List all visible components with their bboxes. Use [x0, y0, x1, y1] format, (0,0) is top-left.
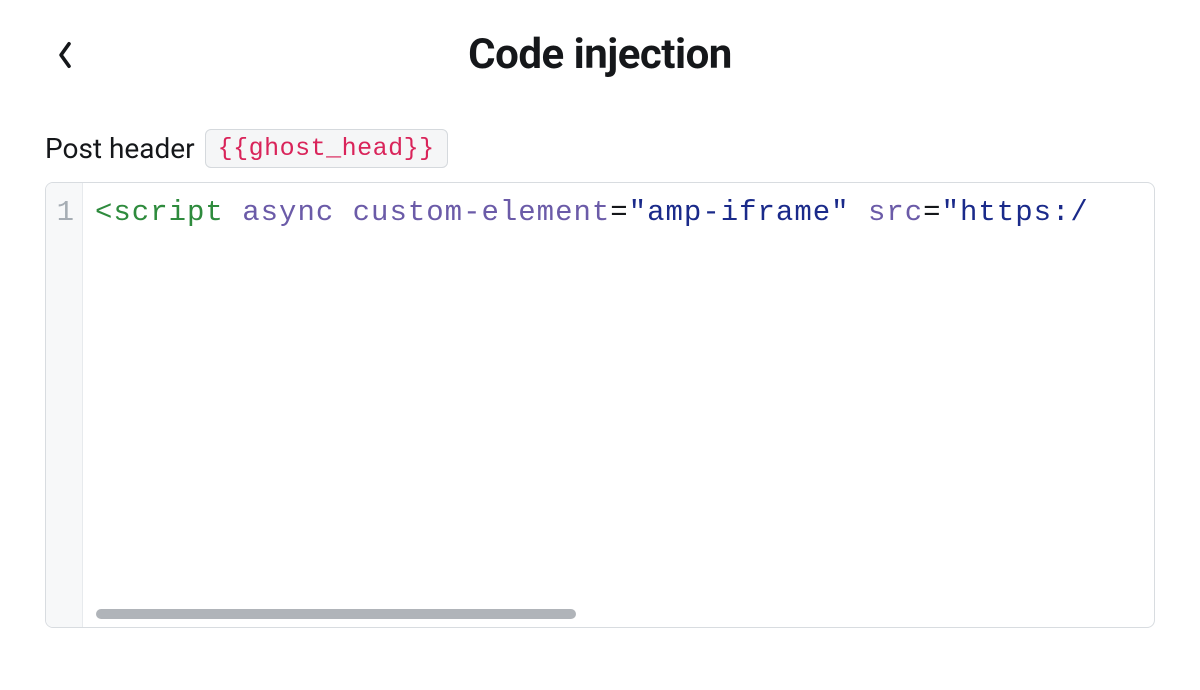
code-token: script — [113, 196, 223, 229]
code-injection-panel: Code injection Post header {{ghost_head}… — [0, 0, 1200, 648]
section-label-row: Post header {{ghost_head}} — [45, 129, 1155, 168]
code-token: < — [95, 196, 113, 229]
code-token: = — [610, 196, 628, 229]
code-line[interactable]: <script async custom-element="amp-iframe… — [95, 193, 1154, 233]
back-button[interactable] — [45, 35, 85, 75]
template-tag-badge: {{ghost_head}} — [205, 129, 448, 168]
horizontal-scrollbar-thumb[interactable] — [96, 609, 576, 619]
code-token: "https:/ — [942, 196, 1089, 229]
code-token — [224, 196, 242, 229]
code-token: "amp-iframe" — [629, 196, 850, 229]
page-title: Code injection — [45, 30, 1155, 79]
code-token — [850, 196, 868, 229]
code-body: 1 <script async custom-element="amp-ifra… — [46, 183, 1154, 627]
code-editor[interactable]: 1 <script async custom-element="amp-ifra… — [45, 182, 1155, 628]
code-token: async — [242, 196, 334, 229]
code-content[interactable]: <script async custom-element="amp-iframe… — [83, 183, 1154, 627]
code-token: src — [868, 196, 923, 229]
line-number: 1 — [46, 193, 82, 233]
line-gutter: 1 — [46, 183, 83, 627]
code-token: = — [923, 196, 941, 229]
chevron-left-icon — [55, 39, 75, 71]
header: Code injection — [45, 30, 1155, 79]
post-header-label: Post header — [45, 132, 195, 165]
horizontal-scrollbar-track[interactable] — [96, 609, 1140, 619]
code-token: custom-element — [353, 196, 611, 229]
code-token — [334, 196, 352, 229]
